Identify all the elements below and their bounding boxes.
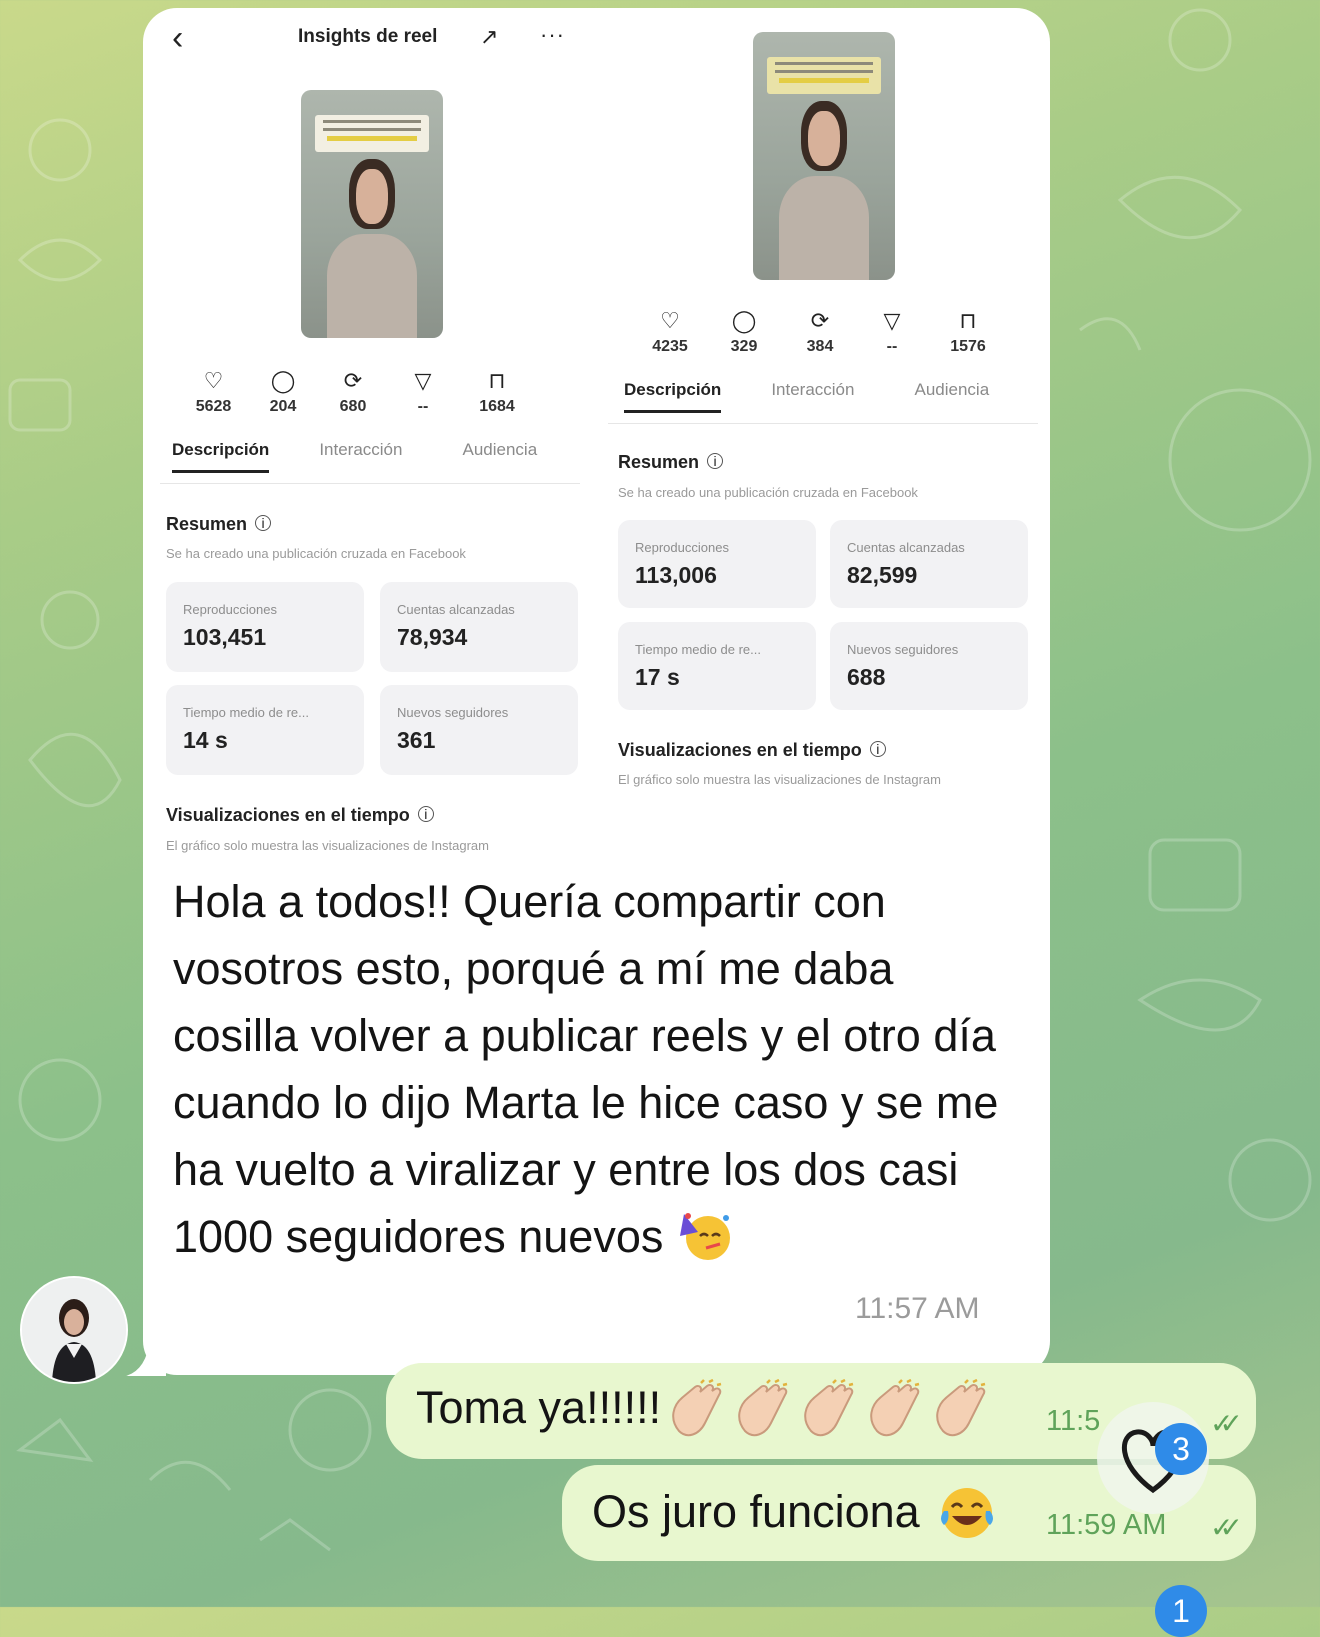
trending-up-icon[interactable]: ↗ [480,24,498,50]
bookmark-icon: ⊓ [959,308,977,333]
share-icon: ▽ [883,308,901,333]
avatar-photo [22,1278,126,1382]
likes-stat: ♡ 4235 [646,308,694,356]
insights-tabs: Descripción Interacción Audiencia [624,380,989,413]
tab-descripcion[interactable]: Descripción [172,440,270,473]
insights-top-bar: ‹ Insights de reel ↗ ··· [160,20,580,60]
clapping-hands-emoji [738,1379,788,1437]
views-title: Visualizaciones en el tiempo i [166,805,434,826]
info-icon[interactable]: i [417,806,434,822]
party-face-emoji [679,1213,730,1260]
unread-mentions-badge[interactable]: 3 [1155,1423,1207,1475]
clapping-hands-emoji [936,1379,986,1437]
views-subtitle: El gráfico solo muestra las visualizacio… [166,838,489,853]
insights-tabs: Descripción Interacción Audiencia [172,440,537,473]
info-icon[interactable]: i [869,741,886,757]
chevron-left-icon[interactable]: ‹ [172,20,212,60]
metric-card-reproducciones[interactable]: Reproducciones 113,006 [618,520,816,608]
heart-icon: ♡ [660,308,680,333]
incoming-message-text: Hola a todos!! Quería compartir con voso… [173,876,999,1262]
comments-stat: ◯ 204 [263,368,303,416]
summary-title: Resumen i [618,452,724,473]
bubble-tail [126,1340,166,1376]
tab-audiencia[interactable]: Audiencia [914,380,989,413]
double-check-icon: ✓✓ [1210,1512,1243,1543]
clapping-hands-emoji [672,1379,722,1437]
shares-stat: ▽ -- [403,368,443,416]
metric-card-reproducciones[interactable]: Reproducciones 103,451 [166,582,364,672]
double-check-icon: ✓✓ [1210,1408,1243,1439]
message-time: 11:5 [1046,1405,1101,1437]
reposts-stat: ⟳ 384 [800,308,840,356]
clapping-hands-emoji [661,1379,991,1437]
right-insights-screenshot: ♡ 4235 ◯ 329 ⟳ 384 ▽ -- ⊓ 1576 Descripci… [600,0,1040,830]
summary-title: Resumen i [166,514,272,535]
tab-interaccion[interactable]: Interacción [319,440,402,473]
repost-icon: ⟳ [810,308,830,333]
metric-card-tiempo[interactable]: Tiempo medio de re... 17 s [618,622,816,710]
incoming-message-time: 11:57 AM [855,1292,980,1325]
views-subtitle: El gráfico solo muestra las visualizacio… [618,772,941,787]
likes-stat: ♡ 5628 [190,368,237,416]
engagement-stats: ♡ 4235 ◯ 329 ⟳ 384 ▽ -- ⊓ 1576 [646,308,992,356]
heart-icon: ♡ [203,368,224,393]
metric-card-seguidores[interactable]: Nuevos seguidores 361 [380,685,578,775]
reposts-stat: ⟳ 680 [333,368,373,416]
comment-icon: ◯ [270,368,296,393]
reel-thumbnail[interactable] [301,90,443,338]
comment-icon: ◯ [731,308,757,333]
metric-card-cuentas[interactable]: Cuentas alcanzadas 82,599 [830,520,1028,608]
tab-audiencia[interactable]: Audiencia [462,440,537,473]
summary-subtitle: Se ha creado una publicación cruzada en … [618,485,918,500]
saves-stat: ⊓ 1684 [473,368,521,416]
views-title: Visualizaciones en el tiempo i [618,740,886,761]
share-icon: ▽ [414,368,432,393]
tab-descripcion[interactable]: Descripción [624,380,722,413]
clapping-hands-emoji [804,1379,854,1437]
left-insights-screenshot: ‹ Insights de reel ↗ ··· ♡ 5628 ◯ 204 ⟳ … [160,0,580,870]
outgoing-message-text: Toma ya!!!!!! [416,1379,991,1439]
tears-of-joy-emoji [941,1488,994,1538]
info-icon[interactable]: i [707,453,724,469]
reel-thumbnail[interactable] [753,32,895,280]
outgoing-message-text: Os juro funciona [592,1483,998,1543]
tab-interaccion[interactable]: Interacción [771,380,854,413]
unread-count-badge[interactable]: 1 [1155,1585,1207,1637]
saves-stat: ⊓ 1576 [944,308,992,356]
bookmark-icon: ⊓ [488,368,506,393]
summary-subtitle: Se ha creado una publicación cruzada en … [166,546,466,561]
more-horizontal-icon[interactable]: ··· [540,22,565,48]
shares-stat: ▽ -- [872,308,912,356]
comments-stat: ◯ 329 [724,308,764,356]
engagement-stats: ♡ 5628 ◯ 204 ⟳ 680 ▽ -- ⊓ 1684 [190,368,521,416]
info-icon[interactable]: i [255,515,272,531]
clapping-hands-emoji [870,1379,920,1437]
sender-avatar[interactable] [20,1276,128,1384]
metric-card-tiempo[interactable]: Tiempo medio de re... 14 s [166,685,364,775]
repost-icon: ⟳ [343,368,363,393]
metric-card-cuentas[interactable]: Cuentas alcanzadas 78,934 [380,582,578,672]
insights-title: Insights de reel [298,26,438,47]
metric-card-seguidores[interactable]: Nuevos seguidores 688 [830,622,1028,710]
